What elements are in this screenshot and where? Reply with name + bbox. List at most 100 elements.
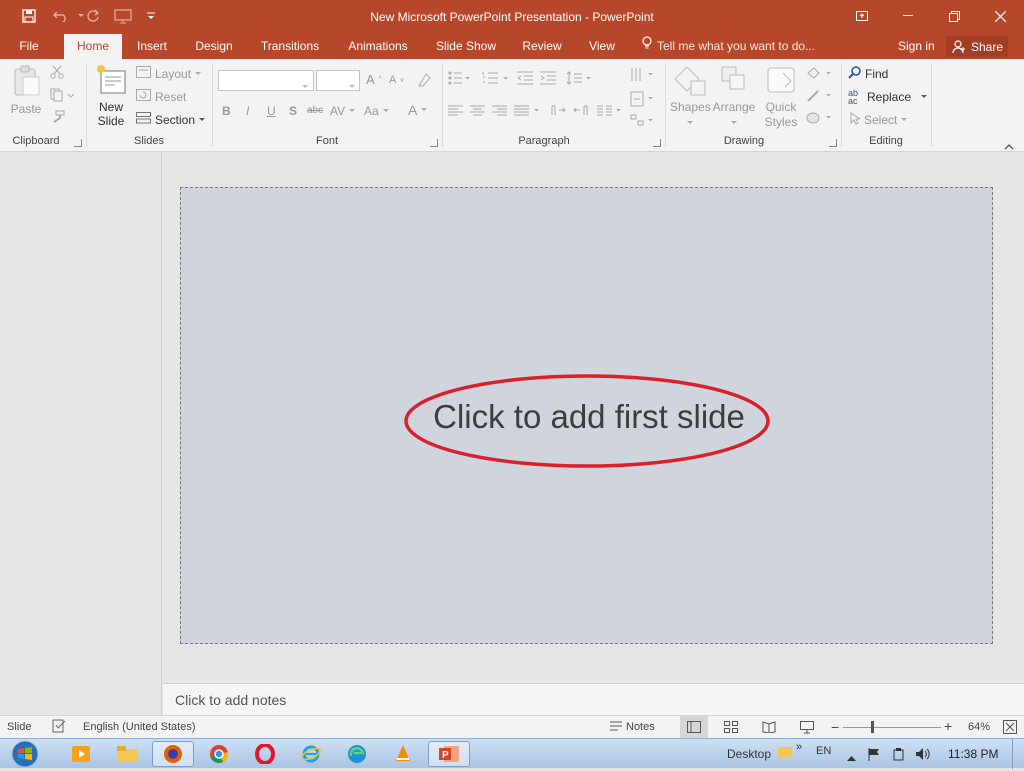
- show-hidden-icons[interactable]: [847, 750, 856, 764]
- font-launcher-icon[interactable]: [430, 139, 438, 147]
- quick-styles-button[interactable]: Quick Styles: [758, 65, 804, 130]
- more-toolbar-icon[interactable]: »: [796, 741, 802, 753]
- increase-font-icon[interactable]: A ^: [366, 72, 382, 87]
- file-explorer-icon[interactable]: [106, 741, 148, 767]
- powerpoint-taskbar-icon[interactable]: P: [428, 741, 470, 767]
- clear-formatting-icon[interactable]: [416, 72, 432, 91]
- reset-button[interactable]: Reset: [136, 89, 186, 104]
- slide-sorter-icon[interactable]: [724, 721, 738, 736]
- zoom-slider-thumb[interactable]: [871, 721, 874, 733]
- power-icon[interactable]: [892, 747, 906, 764]
- shape-outline-icon[interactable]: [806, 89, 834, 106]
- find-button[interactable]: Find: [848, 66, 888, 82]
- select-button[interactable]: Select: [850, 112, 908, 128]
- notes-pane[interactable]: Click to add notes: [163, 683, 1024, 715]
- paragraph-launcher-icon[interactable]: [653, 139, 661, 147]
- drawing-launcher-icon[interactable]: [829, 139, 837, 147]
- align-center-icon[interactable]: [470, 105, 485, 119]
- tab-review[interactable]: Review: [517, 34, 567, 59]
- new-slide-button[interactable]: New Slide: [92, 63, 130, 128]
- italic-button[interactable]: I: [246, 104, 249, 118]
- shadow-button[interactable]: S: [289, 104, 297, 118]
- bullets-icon[interactable]: [448, 71, 470, 88]
- tab-view[interactable]: View: [582, 34, 622, 59]
- align-left-icon[interactable]: [448, 105, 463, 119]
- language-indicator[interactable]: English (United States): [83, 721, 196, 733]
- firefox-icon[interactable]: [152, 741, 194, 767]
- numbering-icon[interactable]: [482, 71, 508, 88]
- opera-icon[interactable]: [244, 741, 286, 767]
- ltr-text-icon[interactable]: [550, 104, 566, 119]
- arrange-button[interactable]: Arrange: [712, 65, 756, 128]
- strikethrough-button[interactable]: abc: [307, 105, 323, 116]
- cut-icon[interactable]: [50, 65, 64, 82]
- tab-design[interactable]: Design: [189, 34, 239, 59]
- tab-animations[interactable]: Animations: [341, 34, 415, 59]
- minimize-icon[interactable]: [885, 4, 931, 28]
- decrease-font-icon[interactable]: Av: [389, 74, 404, 86]
- internet-explorer-icon[interactable]: [290, 741, 332, 767]
- tab-transitions[interactable]: Transitions: [254, 34, 326, 59]
- spelling-check-icon[interactable]: [52, 719, 66, 736]
- clipboard-launcher-icon[interactable]: [74, 139, 82, 147]
- paste-button[interactable]: Paste: [8, 65, 44, 127]
- close-icon[interactable]: [977, 4, 1023, 28]
- collapse-ribbon-icon[interactable]: [1004, 139, 1014, 153]
- format-painter-icon[interactable]: [50, 110, 66, 127]
- clock[interactable]: 11:38 PM: [948, 747, 998, 761]
- columns-icon[interactable]: [597, 105, 623, 119]
- justify-icon[interactable]: [514, 105, 540, 119]
- fit-to-window-icon[interactable]: [1003, 720, 1017, 737]
- tab-insert[interactable]: Insert: [130, 34, 174, 59]
- edge-icon[interactable]: [336, 741, 378, 767]
- copy-icon[interactable]: [50, 88, 75, 105]
- font-color-button[interactable]: A: [408, 102, 428, 118]
- tell-me-box[interactable]: Tell me what you want to do...: [642, 34, 815, 59]
- chrome-icon[interactable]: [198, 741, 240, 767]
- shapes-button[interactable]: Shapes: [670, 65, 711, 128]
- change-case-button[interactable]: Aa: [364, 104, 389, 118]
- volume-icon[interactable]: [915, 747, 931, 764]
- action-center-flag-icon[interactable]: [867, 747, 881, 764]
- line-spacing-icon[interactable]: [566, 71, 592, 88]
- character-spacing-button[interactable]: AV: [330, 104, 356, 118]
- share-button[interactable]: Share: [946, 36, 1008, 57]
- restore-icon[interactable]: [931, 4, 977, 28]
- slide-placeholder[interactable]: Click to add first slide: [180, 187, 993, 644]
- smartart-icon[interactable]: [630, 113, 656, 132]
- shape-fill-icon[interactable]: [806, 67, 834, 84]
- desktop-toolbar-label[interactable]: Desktop: [727, 747, 771, 761]
- zoom-slider[interactable]: [843, 727, 941, 728]
- desktop-folder-icon[interactable]: [778, 745, 792, 760]
- text-direction-icon[interactable]: [630, 67, 656, 86]
- sign-in-link[interactable]: Sign in: [898, 34, 935, 59]
- font-name-dropdown[interactable]: [218, 70, 314, 91]
- zoom-in-icon[interactable]: +: [944, 718, 952, 734]
- shape-effects-icon[interactable]: [806, 111, 834, 128]
- windows-start-icon[interactable]: [6, 740, 44, 768]
- replace-button[interactable]: ab ac Replace: [848, 89, 928, 106]
- tab-home[interactable]: Home: [64, 34, 122, 59]
- slide-show-icon[interactable]: [800, 720, 814, 737]
- tab-file[interactable]: File: [12, 34, 46, 59]
- bold-button[interactable]: B: [222, 104, 231, 118]
- underline-button[interactable]: U: [267, 104, 276, 118]
- slide-thumbnail-pane[interactable]: [0, 153, 162, 715]
- align-right-icon[interactable]: [492, 105, 507, 119]
- notes-toggle-button[interactable]: Notes: [626, 721, 655, 733]
- normal-view-icon[interactable]: [680, 716, 708, 738]
- zoom-level[interactable]: 64%: [968, 721, 990, 733]
- tab-slide-show[interactable]: Slide Show: [430, 34, 502, 59]
- ribbon-display-options-icon[interactable]: [839, 4, 885, 28]
- increase-indent-icon[interactable]: [540, 71, 556, 88]
- show-desktop-button[interactable]: [1012, 739, 1024, 769]
- rtl-text-icon[interactable]: [573, 104, 589, 119]
- media-player-icon[interactable]: [60, 741, 102, 767]
- reading-view-icon[interactable]: [762, 721, 776, 736]
- notes-placeholder[interactable]: Click to add notes: [175, 692, 286, 708]
- align-text-icon[interactable]: [630, 91, 656, 110]
- decrease-indent-icon[interactable]: [517, 71, 533, 88]
- language-tray[interactable]: EN: [816, 745, 831, 757]
- zoom-out-icon[interactable]: −: [831, 719, 839, 735]
- layout-button[interactable]: Layout: [136, 66, 202, 81]
